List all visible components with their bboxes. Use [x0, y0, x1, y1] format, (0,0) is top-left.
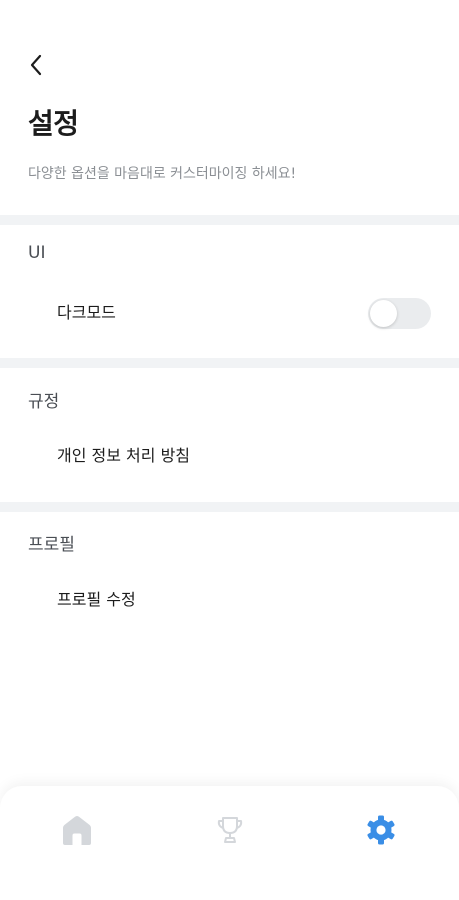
section-header-profile: 프로필: [28, 535, 75, 555]
toggle-knob: [370, 300, 397, 327]
dark-mode-toggle[interactable]: [368, 298, 431, 329]
dark-mode-label: 다크모드: [57, 303, 116, 322]
bottom-nav: [0, 786, 459, 900]
nav-settings[interactable]: [363, 812, 399, 848]
privacy-policy-row[interactable]: 개인 정보 처리 방침: [0, 434, 459, 478]
trophy-icon: [217, 817, 243, 843]
chevron-left-icon: [30, 54, 42, 76]
gear-icon: [367, 815, 395, 845]
section-divider: [0, 502, 459, 512]
nav-ranking[interactable]: [212, 812, 248, 848]
edit-profile-label: 프로필 수정: [57, 590, 136, 609]
section-divider: [0, 215, 459, 225]
privacy-policy-label: 개인 정보 처리 방침: [57, 446, 191, 465]
section-header-ui: UI: [28, 243, 46, 263]
edit-profile-row[interactable]: 프로필 수정: [0, 578, 459, 622]
nav-home[interactable]: [59, 812, 95, 848]
back-button[interactable]: [22, 50, 50, 80]
section-header-policy: 규정: [28, 392, 60, 412]
page-title: 설정: [28, 107, 79, 140]
section-divider: [0, 358, 459, 368]
page-subtitle: 다양한 옵션을 마음대로 커스터마이징 하세요!: [28, 166, 297, 182]
home-icon: [63, 816, 91, 845]
